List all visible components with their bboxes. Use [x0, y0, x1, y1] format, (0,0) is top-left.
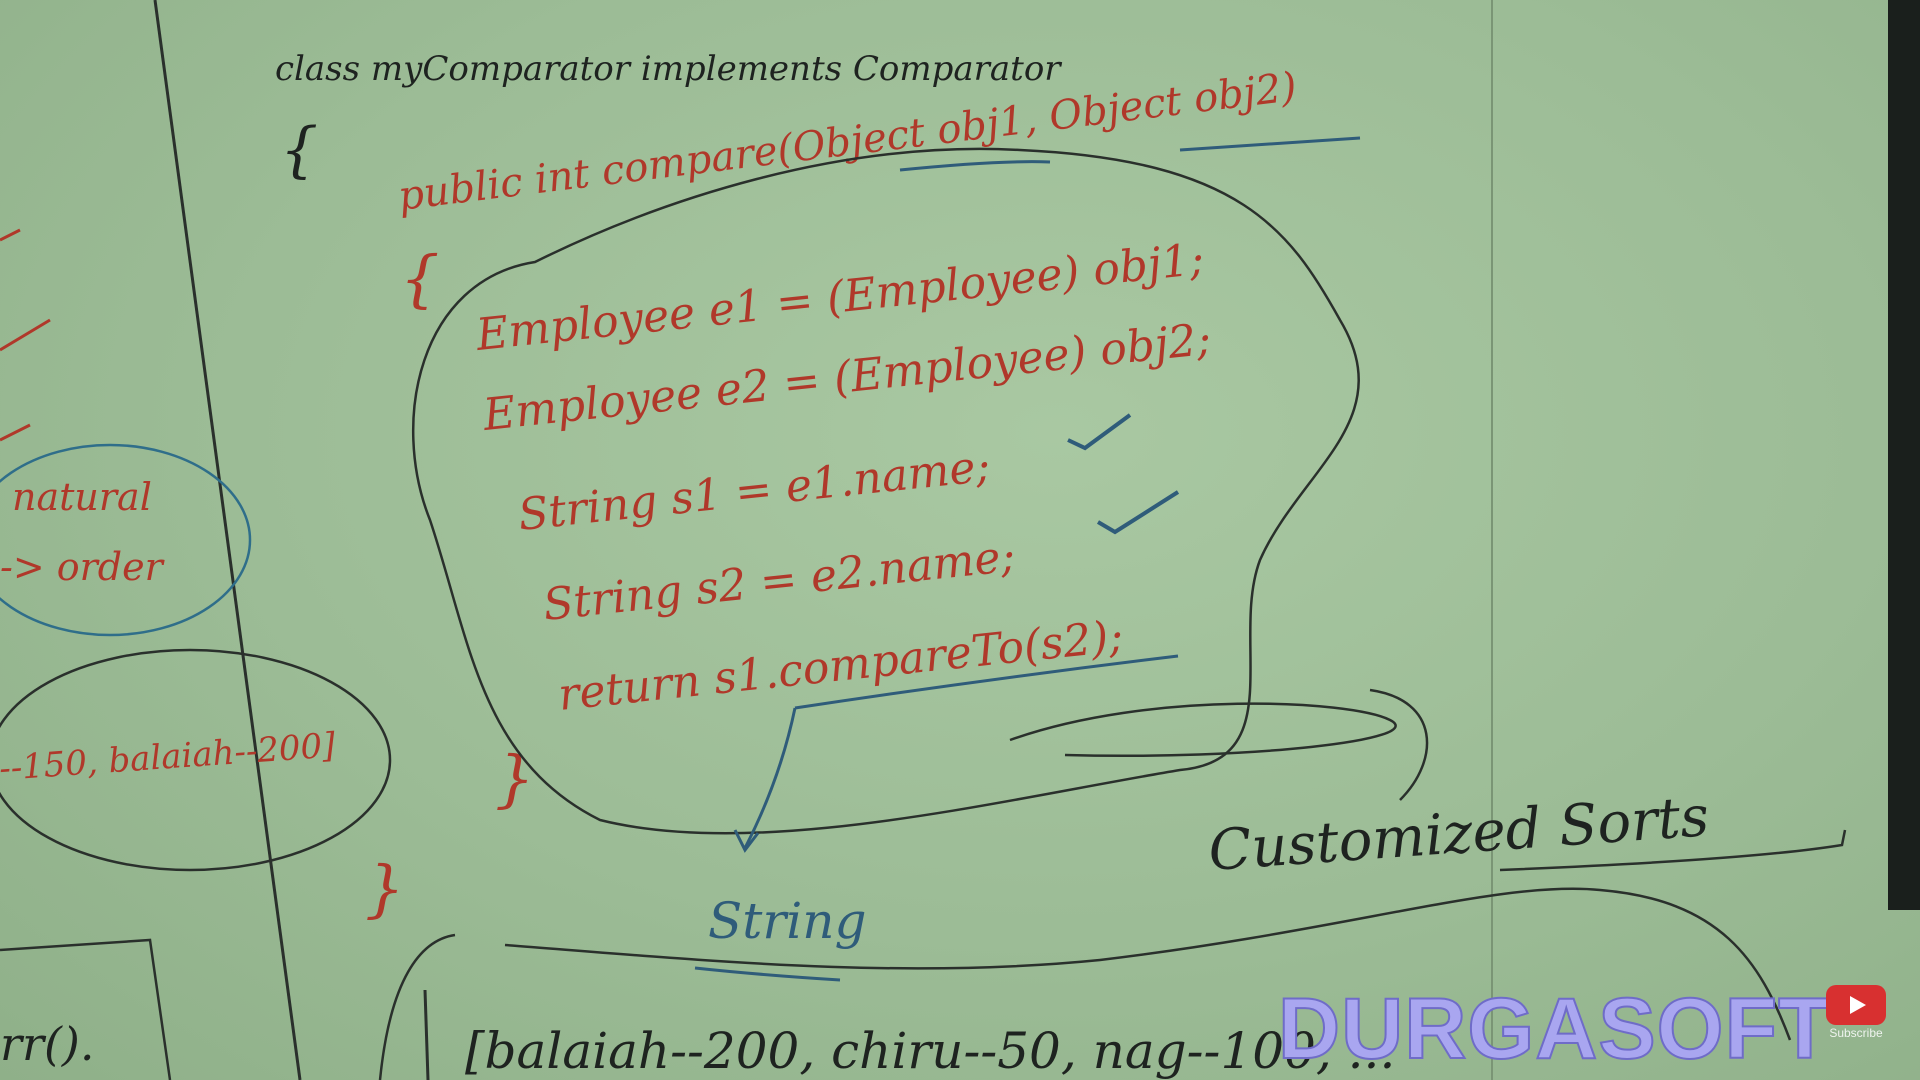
- board-edge: [1888, 0, 1920, 910]
- customized-sorts-label: Customized Sorts: [1206, 784, 1711, 884]
- obj1-type-underline: [899, 160, 1051, 172]
- bottom-bracket: [423, 989, 430, 1080]
- obj2-type-underline: [1179, 136, 1361, 152]
- code-line-4: String s2 = e2.name;: [541, 531, 1018, 631]
- bottom-outline-left: [378, 933, 456, 1080]
- red-tick-mark: [0, 423, 31, 442]
- left-note-bottom: rr().: [0, 1017, 95, 1071]
- arrow-to-string: [743, 707, 797, 849]
- youtube-play-icon: [1826, 985, 1886, 1025]
- class-declaration: class myComparator implements Comparator: [275, 49, 1062, 89]
- checkmark-icon: [1096, 490, 1180, 535]
- code-line-5: return s1.compareTo(s2);: [556, 611, 1126, 721]
- red-tick-mark: [0, 318, 51, 352]
- whiteboard: class myComparator implements Comparator…: [0, 0, 1920, 1080]
- arrow-swirl: [1009, 702, 1397, 758]
- class-close-brace: }: [365, 852, 404, 925]
- method-open-brace: {: [400, 242, 439, 315]
- channel-watermark: DURGASOFT: [1277, 980, 1832, 1078]
- left-note-order: -> order: [0, 545, 166, 589]
- arrow-swirl-tail: [1369, 688, 1429, 801]
- class-open-brace: {: [280, 115, 318, 185]
- red-tick-mark: [0, 228, 21, 242]
- subscribe-label: Subscribe: [1829, 1026, 1883, 1040]
- method-close-brace: }: [495, 742, 534, 815]
- natural-order-outline: [0, 443, 252, 637]
- checkmark-icon: [1067, 413, 1132, 451]
- left-note-natural: natural: [12, 475, 152, 519]
- whiteboard-drawing: class myComparator implements Comparator…: [0, 0, 1847, 1080]
- bottom-list-line: [balaiah--200, chiru--50, nag--100, ...: [465, 1022, 1395, 1080]
- left-note-list: --150, balaiah--200]: [0, 726, 337, 789]
- string-underline: [694, 966, 841, 982]
- code-line-3: String s1 = e1.name;: [516, 441, 993, 541]
- subscribe-button[interactable]: Subscribe: [1826, 985, 1886, 1040]
- board-divider-left: [153, 0, 302, 1080]
- compareTo-annotation: String: [708, 892, 866, 950]
